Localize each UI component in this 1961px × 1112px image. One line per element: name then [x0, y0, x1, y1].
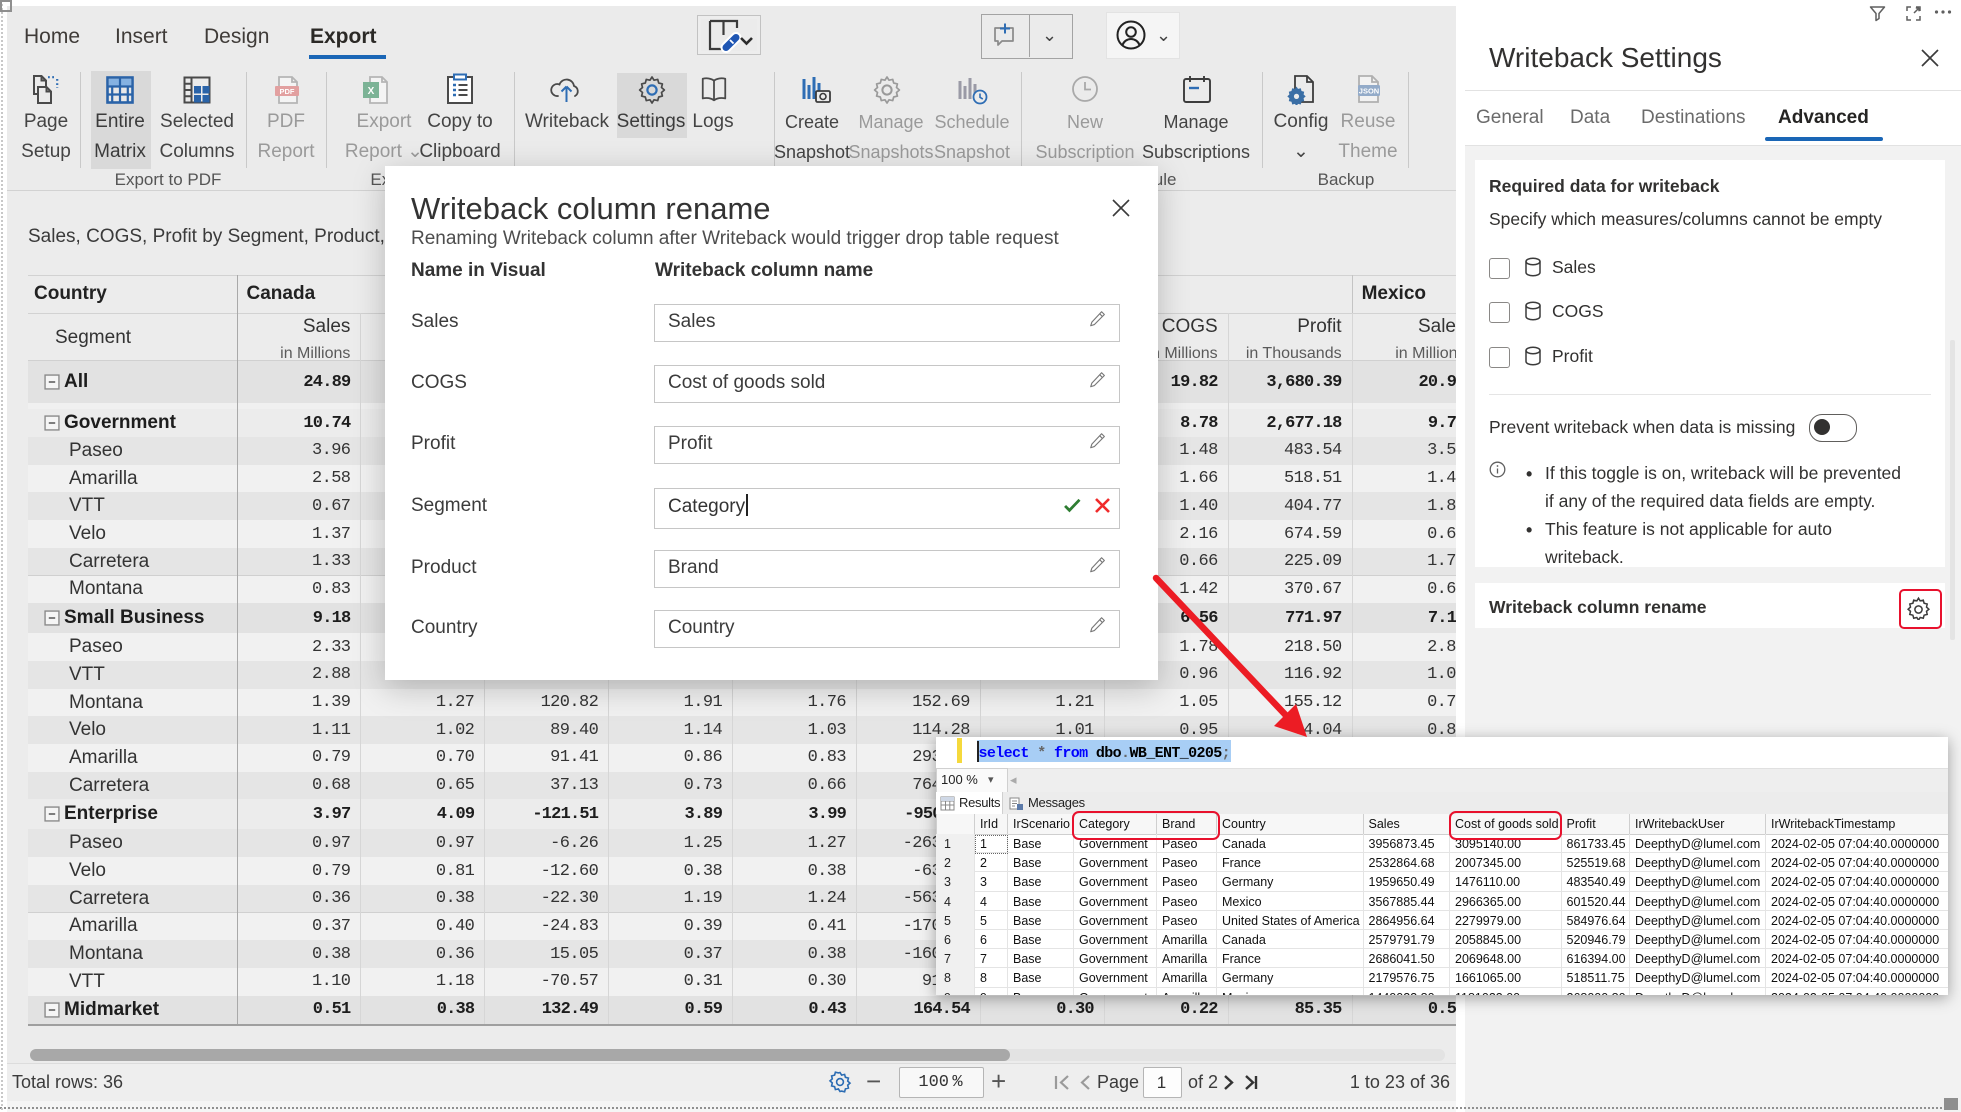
svg-text:PDF: PDF — [280, 87, 295, 96]
svg-text:X: X — [368, 86, 375, 97]
svg-text:JSON: JSON — [1359, 87, 1379, 96]
